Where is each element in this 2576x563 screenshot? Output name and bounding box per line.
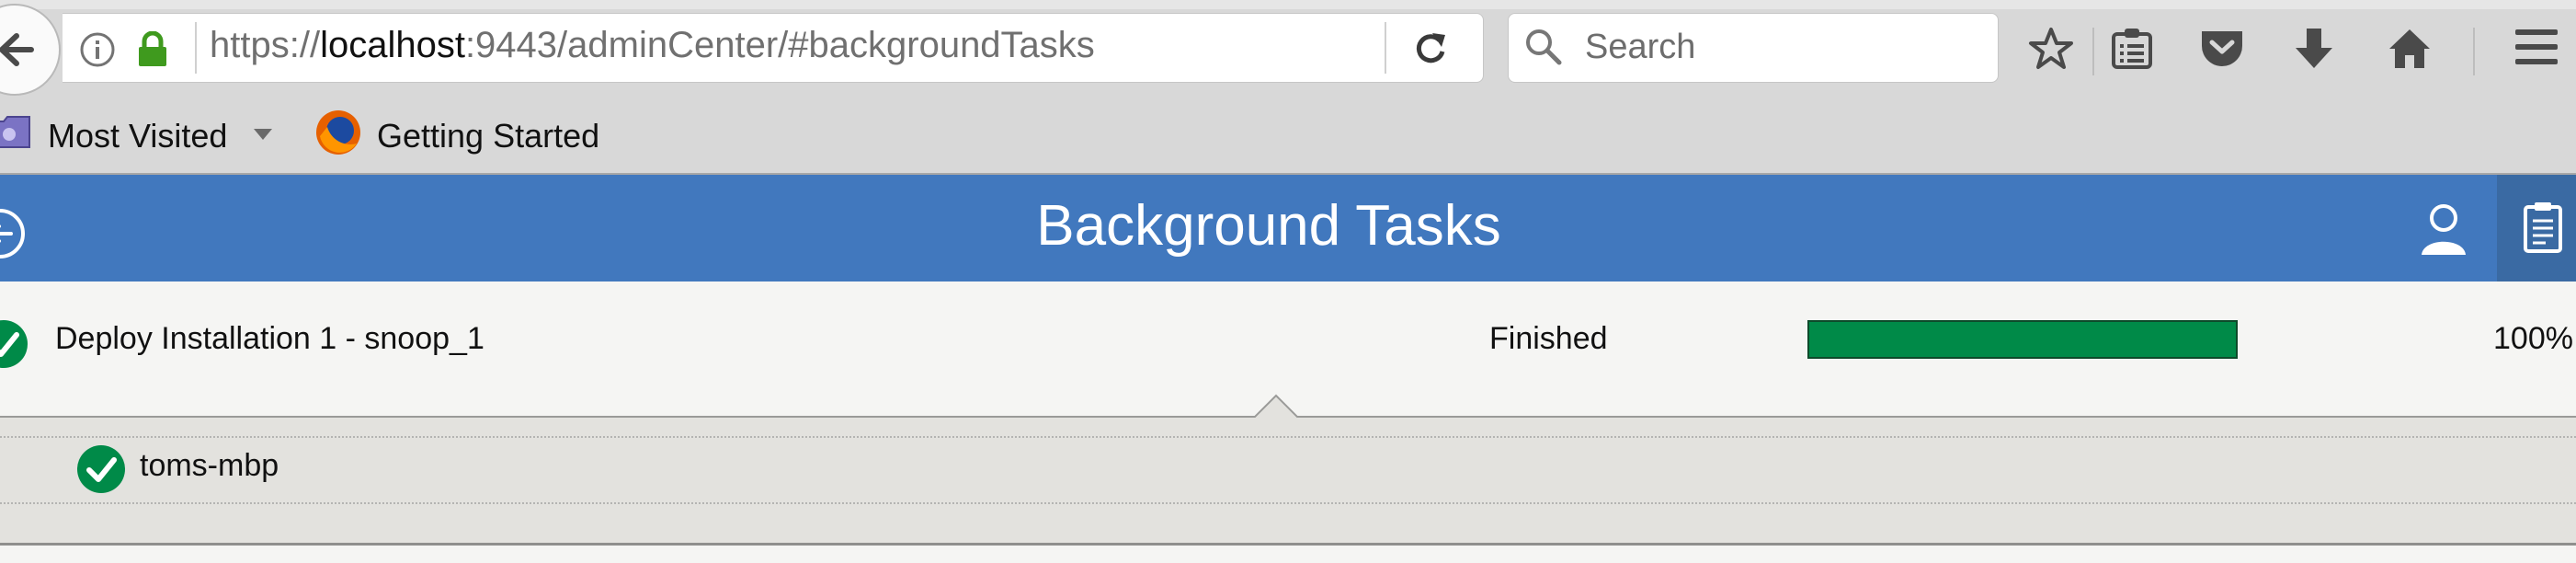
reload-icon[interactable] bbox=[1412, 29, 1449, 66]
host-name[interactable]: toms-mbp bbox=[140, 448, 279, 484]
back-arrow-icon bbox=[0, 33, 34, 66]
clipboard-icon[interactable] bbox=[2523, 201, 2563, 254]
url-scheme: https:// bbox=[210, 25, 321, 65]
lock-icon[interactable] bbox=[136, 31, 169, 68]
app-header: Background Tasks bbox=[0, 175, 2576, 282]
home-icon[interactable] bbox=[2387, 26, 2433, 72]
progress-bar bbox=[1807, 320, 2238, 359]
task-name: Deploy Installation 1 - snoop_1 bbox=[55, 321, 484, 356]
toolbar-separator bbox=[2092, 28, 2094, 75]
url-host: localhost bbox=[320, 25, 465, 65]
url-separator bbox=[195, 22, 197, 74]
url-path: :9443/adminCenter/#backgroundTasks bbox=[464, 25, 1095, 65]
panel-divider bbox=[0, 502, 2576, 504]
search-bar[interactable] bbox=[1508, 13, 1999, 83]
star-icon[interactable] bbox=[2028, 26, 2074, 72]
download-icon[interactable] bbox=[2293, 26, 2335, 72]
page-title: Background Tasks bbox=[1036, 194, 1501, 258]
toolbar-separator bbox=[2473, 28, 2475, 75]
panel-divider bbox=[0, 436, 2576, 438]
bookmark-most-visited[interactable]: Most Visited bbox=[48, 117, 227, 155]
bookmark-getting-started[interactable]: Getting Started bbox=[377, 117, 599, 155]
host-success-check-icon bbox=[77, 445, 125, 493]
chrome-top-edge bbox=[0, 0, 2576, 9]
info-icon[interactable] bbox=[79, 31, 116, 68]
firefox-icon bbox=[316, 110, 360, 155]
url-separator-right bbox=[1385, 22, 1386, 74]
search-icon bbox=[1526, 29, 1562, 65]
search-input[interactable]: Search bbox=[1585, 28, 1695, 67]
task-status: Finished bbox=[1489, 321, 1608, 356]
menu-icon[interactable] bbox=[2513, 26, 2559, 68]
chevron-down-icon[interactable] bbox=[254, 129, 272, 140]
reading-list-icon[interactable] bbox=[2111, 26, 2153, 72]
panel-notch bbox=[1254, 394, 1298, 418]
success-check-icon bbox=[0, 320, 28, 368]
progress-bar-fill bbox=[1809, 322, 2236, 357]
page-bottom bbox=[0, 546, 2576, 563]
folder-icon bbox=[0, 116, 30, 148]
url-text[interactable]: https://localhost:9443/adminCenter/#back… bbox=[210, 25, 1095, 66]
pocket-icon[interactable] bbox=[2199, 26, 2245, 72]
user-icon[interactable] bbox=[2418, 202, 2469, 258]
task-percent: 100% bbox=[2493, 321, 2573, 356]
task-detail-panel bbox=[0, 416, 2576, 545]
